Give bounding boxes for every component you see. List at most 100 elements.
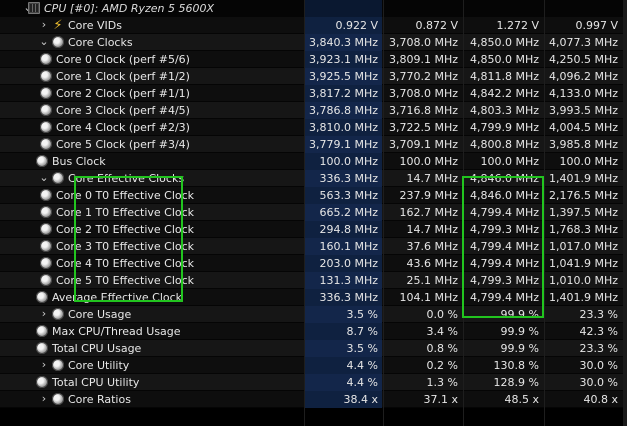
chevron-right-icon[interactable]: ›	[38, 357, 50, 374]
clock-icon	[36, 291, 48, 303]
sensor-table: ⌄CPU [#0]: AMD Ryzen 5 5600X›⚡Core VIDs0…	[0, 0, 627, 408]
sensor-row[interactable]: ⌄CPU [#0]: AMD Ryzen 5 5600X	[0, 0, 627, 17]
average-value: 0.997 V	[575, 19, 618, 32]
current-value: 3,786.8 MHz	[305, 102, 382, 119]
clock-icon	[52, 393, 64, 405]
current-value: 3.5 %	[305, 306, 382, 323]
average-value: 30.0 %	[579, 376, 618, 389]
max-value: 130.8 %	[493, 359, 539, 372]
sensor-row[interactable]: Core 0 Clock (perf #5/6) 3,923.1 MHz 3,809…	[0, 51, 627, 68]
average-value: 23.3 %	[579, 308, 618, 321]
chevron-right-icon[interactable]: ›	[38, 306, 50, 323]
current-value: 294.8 MHz	[305, 221, 382, 238]
min-value: 3,809.1 MHz	[388, 53, 458, 66]
max-value: 4,846.0 MHz	[469, 189, 539, 202]
sensor-row[interactable]: ⌄ Core Clocks 3,840.3 MHz 3,708.0 MHz 4,850.…	[0, 34, 627, 51]
sensor-row[interactable]: › Core Ratios 38.4 x 37.1 x 48.5 x 40.8 x	[0, 391, 627, 408]
max-value: 4,842.2 MHz	[469, 87, 539, 100]
sensor-row[interactable]: Core 3 T0 Effective Clock 160.1 MHz 37.6 M…	[0, 238, 627, 255]
max-value: 99.9 %	[500, 308, 539, 321]
sensor-row[interactable]: Bus Clock 100.0 MHz 100.0 MHz 100.0 MHz 100.…	[0, 153, 627, 170]
average-value: 4,077.3 MHz	[548, 36, 618, 49]
clock-icon	[40, 206, 52, 218]
min-value: 0.8 %	[426, 342, 458, 355]
sensor-row[interactable]: Core 1 Clock (perf #1/2) 3,925.5 MHz 3,770…	[0, 68, 627, 85]
max-value: 4,799.3 MHz	[469, 223, 539, 236]
sensor-row[interactable]: Core 0 T0 Effective Clock 563.3 MHz 237.9 …	[0, 187, 627, 204]
chevron-down-icon[interactable]: ⌄	[38, 34, 50, 51]
sensor-label: Core Utility	[68, 359, 130, 372]
sensor-row[interactable]: › Core Usage 3.5 % 0.0 % 99.9 % 23.3 %	[0, 306, 627, 323]
chevron-right-icon[interactable]: ›	[38, 391, 50, 408]
max-value: 4,800.8 MHz	[469, 138, 539, 151]
max-value: 4,799.4 MHz	[469, 206, 539, 219]
average-value: 1,041.9 MHz	[548, 257, 618, 270]
sensor-row[interactable]: Total CPU Utility 4.4 % 1.3 % 128.9 % 30.0 %	[0, 374, 627, 391]
chevron-right-icon[interactable]: ›	[38, 17, 50, 34]
min-value: 14.7 MHz	[406, 172, 458, 185]
average-value: 40.8 x	[583, 393, 619, 406]
max-value	[464, 0, 543, 17]
max-value: 4,811.8 MHz	[469, 70, 539, 83]
average-value: 4,004.5 MHz	[548, 121, 618, 134]
max-value: 1.272 V	[496, 19, 539, 32]
sensor-label: Core 3 T0 Effective Clock	[56, 240, 195, 253]
min-value: 0.2 %	[426, 359, 458, 372]
max-value: 99.9 %	[500, 325, 539, 338]
column-separator	[304, 0, 305, 426]
sensor-label: Core 1 Clock (perf #1/2)	[56, 70, 190, 83]
sensor-row[interactable]: Core 3 Clock (perf #4/5) 3,786.8 MHz 3,716…	[0, 102, 627, 119]
min-value: 25.1 MHz	[406, 274, 458, 287]
sensor-label: Core 2 T0 Effective Clock	[56, 223, 195, 236]
clock-icon	[36, 325, 48, 337]
clock-icon	[40, 274, 52, 286]
clock-icon	[40, 189, 52, 201]
max-value: 99.9 %	[500, 342, 539, 355]
average-value: 1,401.9 MHz	[548, 172, 618, 185]
current-value: 4.4 %	[305, 357, 382, 374]
min-value: 3,770.2 MHz	[388, 70, 458, 83]
sensor-row[interactable]: Core 4 Clock (perf #2/3) 3,810.0 MHz 3,722…	[0, 119, 627, 136]
average-value: 4,133.0 MHz	[548, 87, 618, 100]
min-value: 3,708.0 MHz	[388, 87, 458, 100]
chip-icon	[28, 2, 40, 14]
sensor-row[interactable]: › Core Utility 4.4 % 0.2 % 130.8 % 30.0 %	[0, 357, 627, 374]
sensor-row[interactable]: Max CPU/Thread Usage 8.7 % 3.4 % 99.9 % 42.3…	[0, 323, 627, 340]
max-value: 100.0 MHz	[480, 155, 539, 168]
current-value: 336.3 MHz	[305, 289, 382, 306]
sensor-label: Core 4 T0 Effective Clock	[56, 257, 195, 270]
clock-icon	[40, 138, 52, 150]
sensor-label: CPU [#0]: AMD Ryzen 5 5600X	[44, 2, 215, 15]
column-separator	[383, 0, 384, 426]
clock-icon	[36, 155, 48, 167]
average-value: 4,096.2 MHz	[548, 70, 618, 83]
max-value: 128.9 %	[493, 376, 539, 389]
sensor-row[interactable]: Core 5 T0 Effective Clock 131.3 MHz 25.1 M…	[0, 272, 627, 289]
sensor-row[interactable]: Average Effective Clock 336.3 MHz 104.1 MH…	[0, 289, 627, 306]
sensor-label: Core 0 T0 Effective Clock	[56, 189, 195, 202]
sensor-row[interactable]: Core 4 T0 Effective Clock 203.0 MHz 43.6 M…	[0, 255, 627, 272]
max-value: 4,799.4 MHz	[469, 240, 539, 253]
sensor-row[interactable]: Total CPU Usage 3.5 % 0.8 % 99.9 % 23.3 %	[0, 340, 627, 357]
sensor-row[interactable]: Core 5 Clock (perf #3/4) 3,779.1 MHz 3,709…	[0, 136, 627, 153]
max-value: 4,846.0 MHz	[469, 172, 539, 185]
average-value: 23.3 %	[579, 342, 618, 355]
max-value: 4,799.3 MHz	[469, 274, 539, 287]
vertical-scrollbar[interactable]	[623, 0, 627, 426]
clock-icon	[40, 87, 52, 99]
sensor-row[interactable]: › ⚡ Core VIDs 0.922 V 0.872 V 1.272 V 0.997 V	[0, 17, 627, 34]
chevron-down-icon[interactable]: ⌄	[38, 170, 50, 187]
average-value: 100.0 MHz	[559, 155, 618, 168]
sensor-label: Core VIDs	[68, 19, 122, 32]
sensor-row[interactable]: Core 1 T0 Effective Clock 665.2 MHz 162.7 …	[0, 204, 627, 221]
min-value: 3,709.1 MHz	[388, 138, 458, 151]
sensor-row[interactable]: Core 2 T0 Effective Clock 294.8 MHz 14.7 M…	[0, 221, 627, 238]
sensor-row[interactable]: ⌄ Core Effective Clocks 336.3 MHz 14.7 MHz 4…	[0, 170, 627, 187]
current-value: 336.3 MHz	[305, 170, 382, 187]
sensor-label: Average Effective Clock	[52, 291, 183, 304]
max-value: 4,799.9 MHz	[469, 121, 539, 134]
min-value: 37.6 MHz	[406, 240, 458, 253]
clock-icon	[40, 257, 52, 269]
current-value: 3,923.1 MHz	[305, 51, 382, 68]
sensor-row[interactable]: Core 2 Clock (perf #1/1) 3,817.2 MHz 3,708…	[0, 85, 627, 102]
